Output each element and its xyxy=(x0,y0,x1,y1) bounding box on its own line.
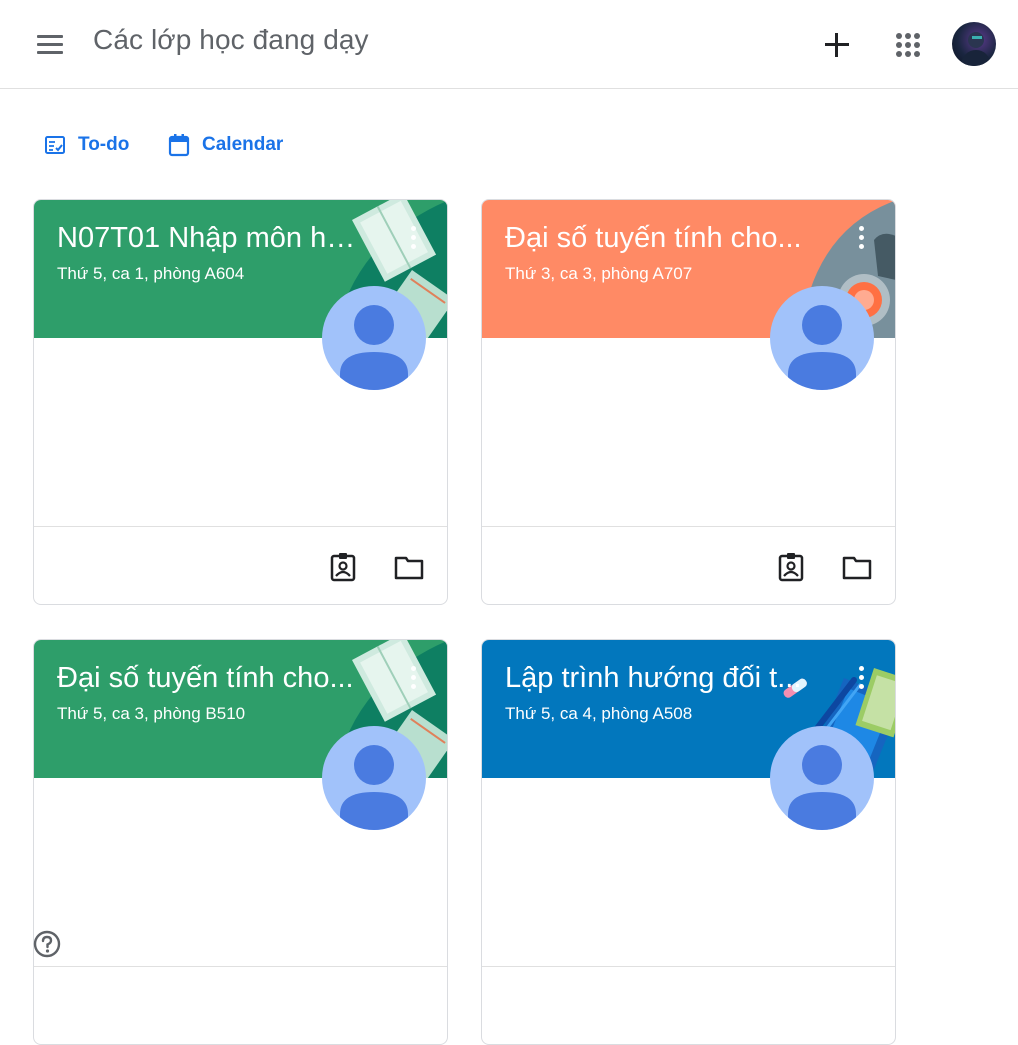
todo-label[interactable]: To-do xyxy=(78,134,129,156)
class-subtitle: Thứ 5, ca 1, phòng A604 xyxy=(57,264,245,283)
teacher-avatar xyxy=(322,286,426,390)
teacher-avatar xyxy=(322,726,426,830)
class-title[interactable]: Đại số tuyến tính cho... xyxy=(57,662,357,695)
class-card[interactable]: Lập trình hướng đối t... Thứ 5, ca 4, ph… xyxy=(481,639,896,1045)
more-options-icon[interactable] xyxy=(407,666,419,694)
help-icon[interactable] xyxy=(32,929,62,959)
teacher-avatar xyxy=(770,286,874,390)
calendar-icon xyxy=(168,134,190,157)
class-title[interactable]: N07T01 Nhập môn hệ... xyxy=(57,222,357,255)
class-card[interactable]: N07T01 Nhập môn hệ... Thứ 5, ca 1, phòng… xyxy=(33,199,448,605)
more-options-icon[interactable] xyxy=(855,666,867,694)
person-icon xyxy=(340,305,408,390)
gradebook-icon[interactable] xyxy=(775,551,807,583)
page-title: Các lớp học đang dạy xyxy=(93,24,369,55)
class-card-footer xyxy=(34,526,447,604)
todo-link[interactable]: To-do xyxy=(44,130,129,160)
class-card-footer xyxy=(482,526,895,604)
top-app-bar: Các lớp học đang dạy xyxy=(0,0,1018,89)
teacher-avatar xyxy=(770,726,874,830)
folder-icon[interactable] xyxy=(393,551,425,583)
class-card-footer xyxy=(482,966,895,1044)
person-icon xyxy=(788,745,856,830)
gradebook-icon[interactable] xyxy=(327,551,359,583)
more-options-icon[interactable] xyxy=(407,226,419,254)
google-apps-grid-icon[interactable] xyxy=(888,24,928,64)
person-icon xyxy=(340,745,408,830)
class-title[interactable]: Đại số tuyến tính cho... xyxy=(505,222,805,255)
calendar-link[interactable]: Calendar xyxy=(168,130,283,160)
class-title[interactable]: Lập trình hướng đối t... xyxy=(505,662,805,695)
todo-checklist-icon xyxy=(45,136,65,154)
class-card[interactable]: Đại số tuyến tính cho... Thứ 3, ca 3, ph… xyxy=(481,199,896,605)
plus-icon[interactable] xyxy=(816,24,858,66)
calendar-label[interactable]: Calendar xyxy=(202,134,283,156)
folder-icon[interactable] xyxy=(841,551,873,583)
class-card-footer xyxy=(34,966,447,1044)
user-avatar[interactable] xyxy=(952,22,996,66)
class-subtitle: Thứ 5, ca 3, phòng B510 xyxy=(57,704,246,723)
class-card[interactable]: Đại số tuyến tính cho... Thứ 5, ca 3, ph… xyxy=(33,639,448,1045)
class-subtitle: Thứ 5, ca 4, phòng A508 xyxy=(505,704,693,723)
class-subtitle: Thứ 3, ca 3, phòng A707 xyxy=(505,264,693,283)
person-icon xyxy=(788,305,856,390)
hamburger-menu-icon[interactable] xyxy=(30,24,70,64)
more-options-icon[interactable] xyxy=(855,226,867,254)
avatar-photo xyxy=(960,32,992,66)
